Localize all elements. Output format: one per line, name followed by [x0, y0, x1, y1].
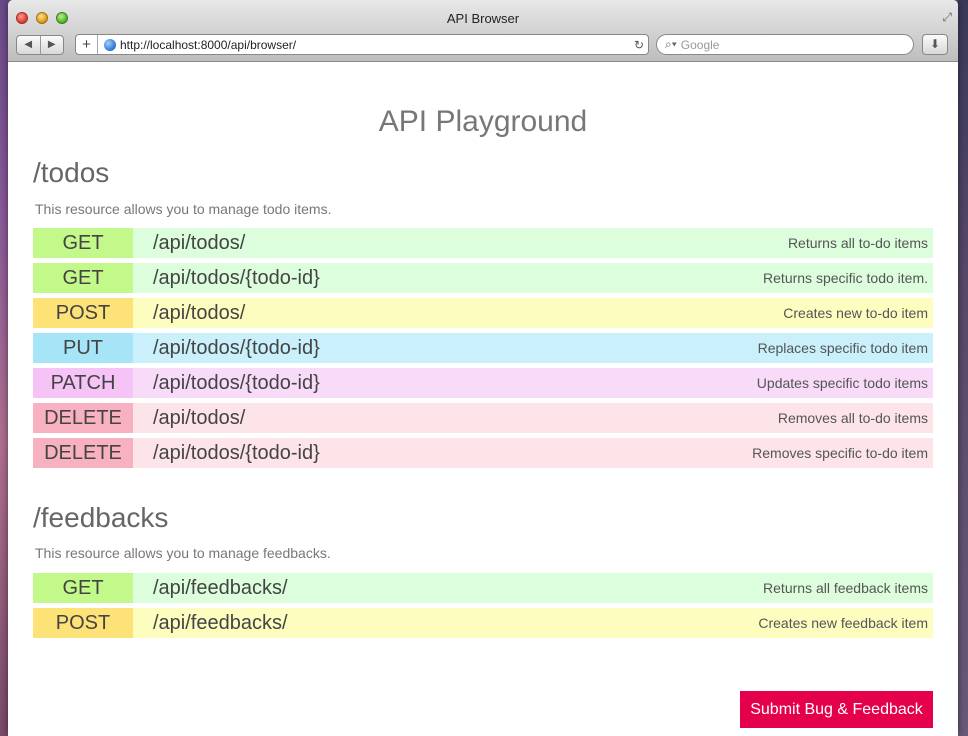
- address-bar[interactable]: + http://localhost:8000/api/browser/ ↻: [75, 34, 649, 55]
- endpoint-summary: Returns all feedback items: [763, 580, 928, 596]
- method-badge: PUT: [33, 333, 133, 363]
- add-bookmark-icon[interactable]: +: [76, 35, 98, 54]
- search-icon: ⌕▾: [665, 37, 677, 51]
- endpoint-summary: Creates new to-do item: [783, 305, 928, 321]
- endpoint-summary: Updates specific todo items: [756, 375, 928, 391]
- endpoint-path: /api/todos/{todo-id}: [153, 371, 320, 394]
- method-badge: DELETE: [33, 403, 133, 433]
- endpoint-row[interactable]: GET /api/todos/{todo-id} Returns specifi…: [33, 263, 933, 293]
- search-input[interactable]: [680, 37, 881, 52]
- endpoint-row[interactable]: DELETE /api/todos/ Removes all to-do ite…: [33, 403, 933, 433]
- page-title: API Playground: [378, 105, 588, 138]
- forward-arrow-icon[interactable]: ▶: [41, 36, 64, 54]
- endpoint-row[interactable]: GET /api/feedbacks/ Returns all feedback…: [33, 573, 933, 603]
- endpoint-path: /api/todos/{todo-id}: [153, 441, 320, 464]
- downloads-icon[interactable]: ⬇: [922, 34, 948, 55]
- method-badge: PATCH: [33, 368, 133, 398]
- method-badge: GET: [33, 228, 133, 258]
- endpoint-summary: Replaces specific todo item: [757, 340, 928, 356]
- endpoint-path: /api/todos/: [153, 301, 246, 324]
- endpoint-summary: Removes specific to-do item: [752, 445, 928, 461]
- nav-buttons: ◀ ▶: [16, 35, 64, 55]
- endpoint-row[interactable]: PATCH /api/todos/{todo-id} Updates speci…: [33, 368, 933, 398]
- endpoint-path: /api/feedbacks/: [153, 576, 288, 599]
- section-title-todos: /todos: [33, 157, 110, 188]
- back-arrow-icon[interactable]: ◀: [17, 36, 41, 54]
- endpoint-summary: Removes all to-do items: [777, 410, 928, 426]
- method-badge: POST: [33, 298, 133, 328]
- endpoint-row[interactable]: PUT /api/todos/{todo-id} Replaces specif…: [33, 333, 933, 363]
- desktop-background: [958, 0, 968, 736]
- fullscreen-icon[interactable]: ⤢: [942, 10, 952, 25]
- endpoint-row[interactable]: GET /api/todos/ Returns all to-do items: [33, 228, 933, 258]
- method-badge: GET: [33, 573, 133, 603]
- browser-toolbar: API Browser ⤢ ◀ ▶ + http://localhost:800…: [8, 0, 958, 62]
- endpoint-path: /api/todos/{todo-id}: [153, 266, 320, 289]
- endpoint-path: /api/feedbacks/: [153, 611, 288, 634]
- section-description-todos: This resource allows you to manage todo …: [35, 201, 332, 217]
- section-title-feedbacks: /feedbacks: [33, 502, 169, 533]
- endpoint-summary: Creates new feedback item: [758, 615, 928, 631]
- section-description-feedbacks: This resource allows you to manage feedb…: [35, 545, 331, 561]
- endpoint-summary: Returns all to-do items: [787, 235, 928, 251]
- method-badge: GET: [33, 263, 133, 293]
- window-title: API Browser: [446, 11, 520, 26]
- globe-icon: [104, 38, 116, 51]
- endpoint-path: /api/todos/: [153, 231, 246, 254]
- reload-icon[interactable]: ↻: [630, 38, 648, 52]
- page-content: API Playground /todos This resource allo…: [8, 62, 958, 736]
- submit-feedback-button[interactable]: Submit Bug & Feedback: [740, 691, 933, 728]
- method-badge: DELETE: [33, 438, 133, 468]
- endpoint-row[interactable]: POST /api/todos/ Creates new to-do item: [33, 298, 933, 328]
- browser-window: API Browser ⤢ ◀ ▶ + http://localhost:800…: [8, 0, 958, 736]
- endpoint-row[interactable]: DELETE /api/todos/{todo-id} Removes spec…: [33, 438, 933, 468]
- endpoint-path: /api/todos/: [153, 406, 246, 429]
- method-badge: POST: [33, 608, 133, 638]
- endpoint-row[interactable]: POST /api/feedbacks/ Creates new feedbac…: [33, 608, 933, 638]
- search-bar[interactable]: ⌕▾: [656, 34, 914, 55]
- url-text[interactable]: http://localhost:8000/api/browser/: [120, 38, 630, 52]
- endpoint-summary: Returns specific todo item.: [763, 270, 928, 286]
- endpoint-path: /api/todos/{todo-id}: [153, 336, 320, 359]
